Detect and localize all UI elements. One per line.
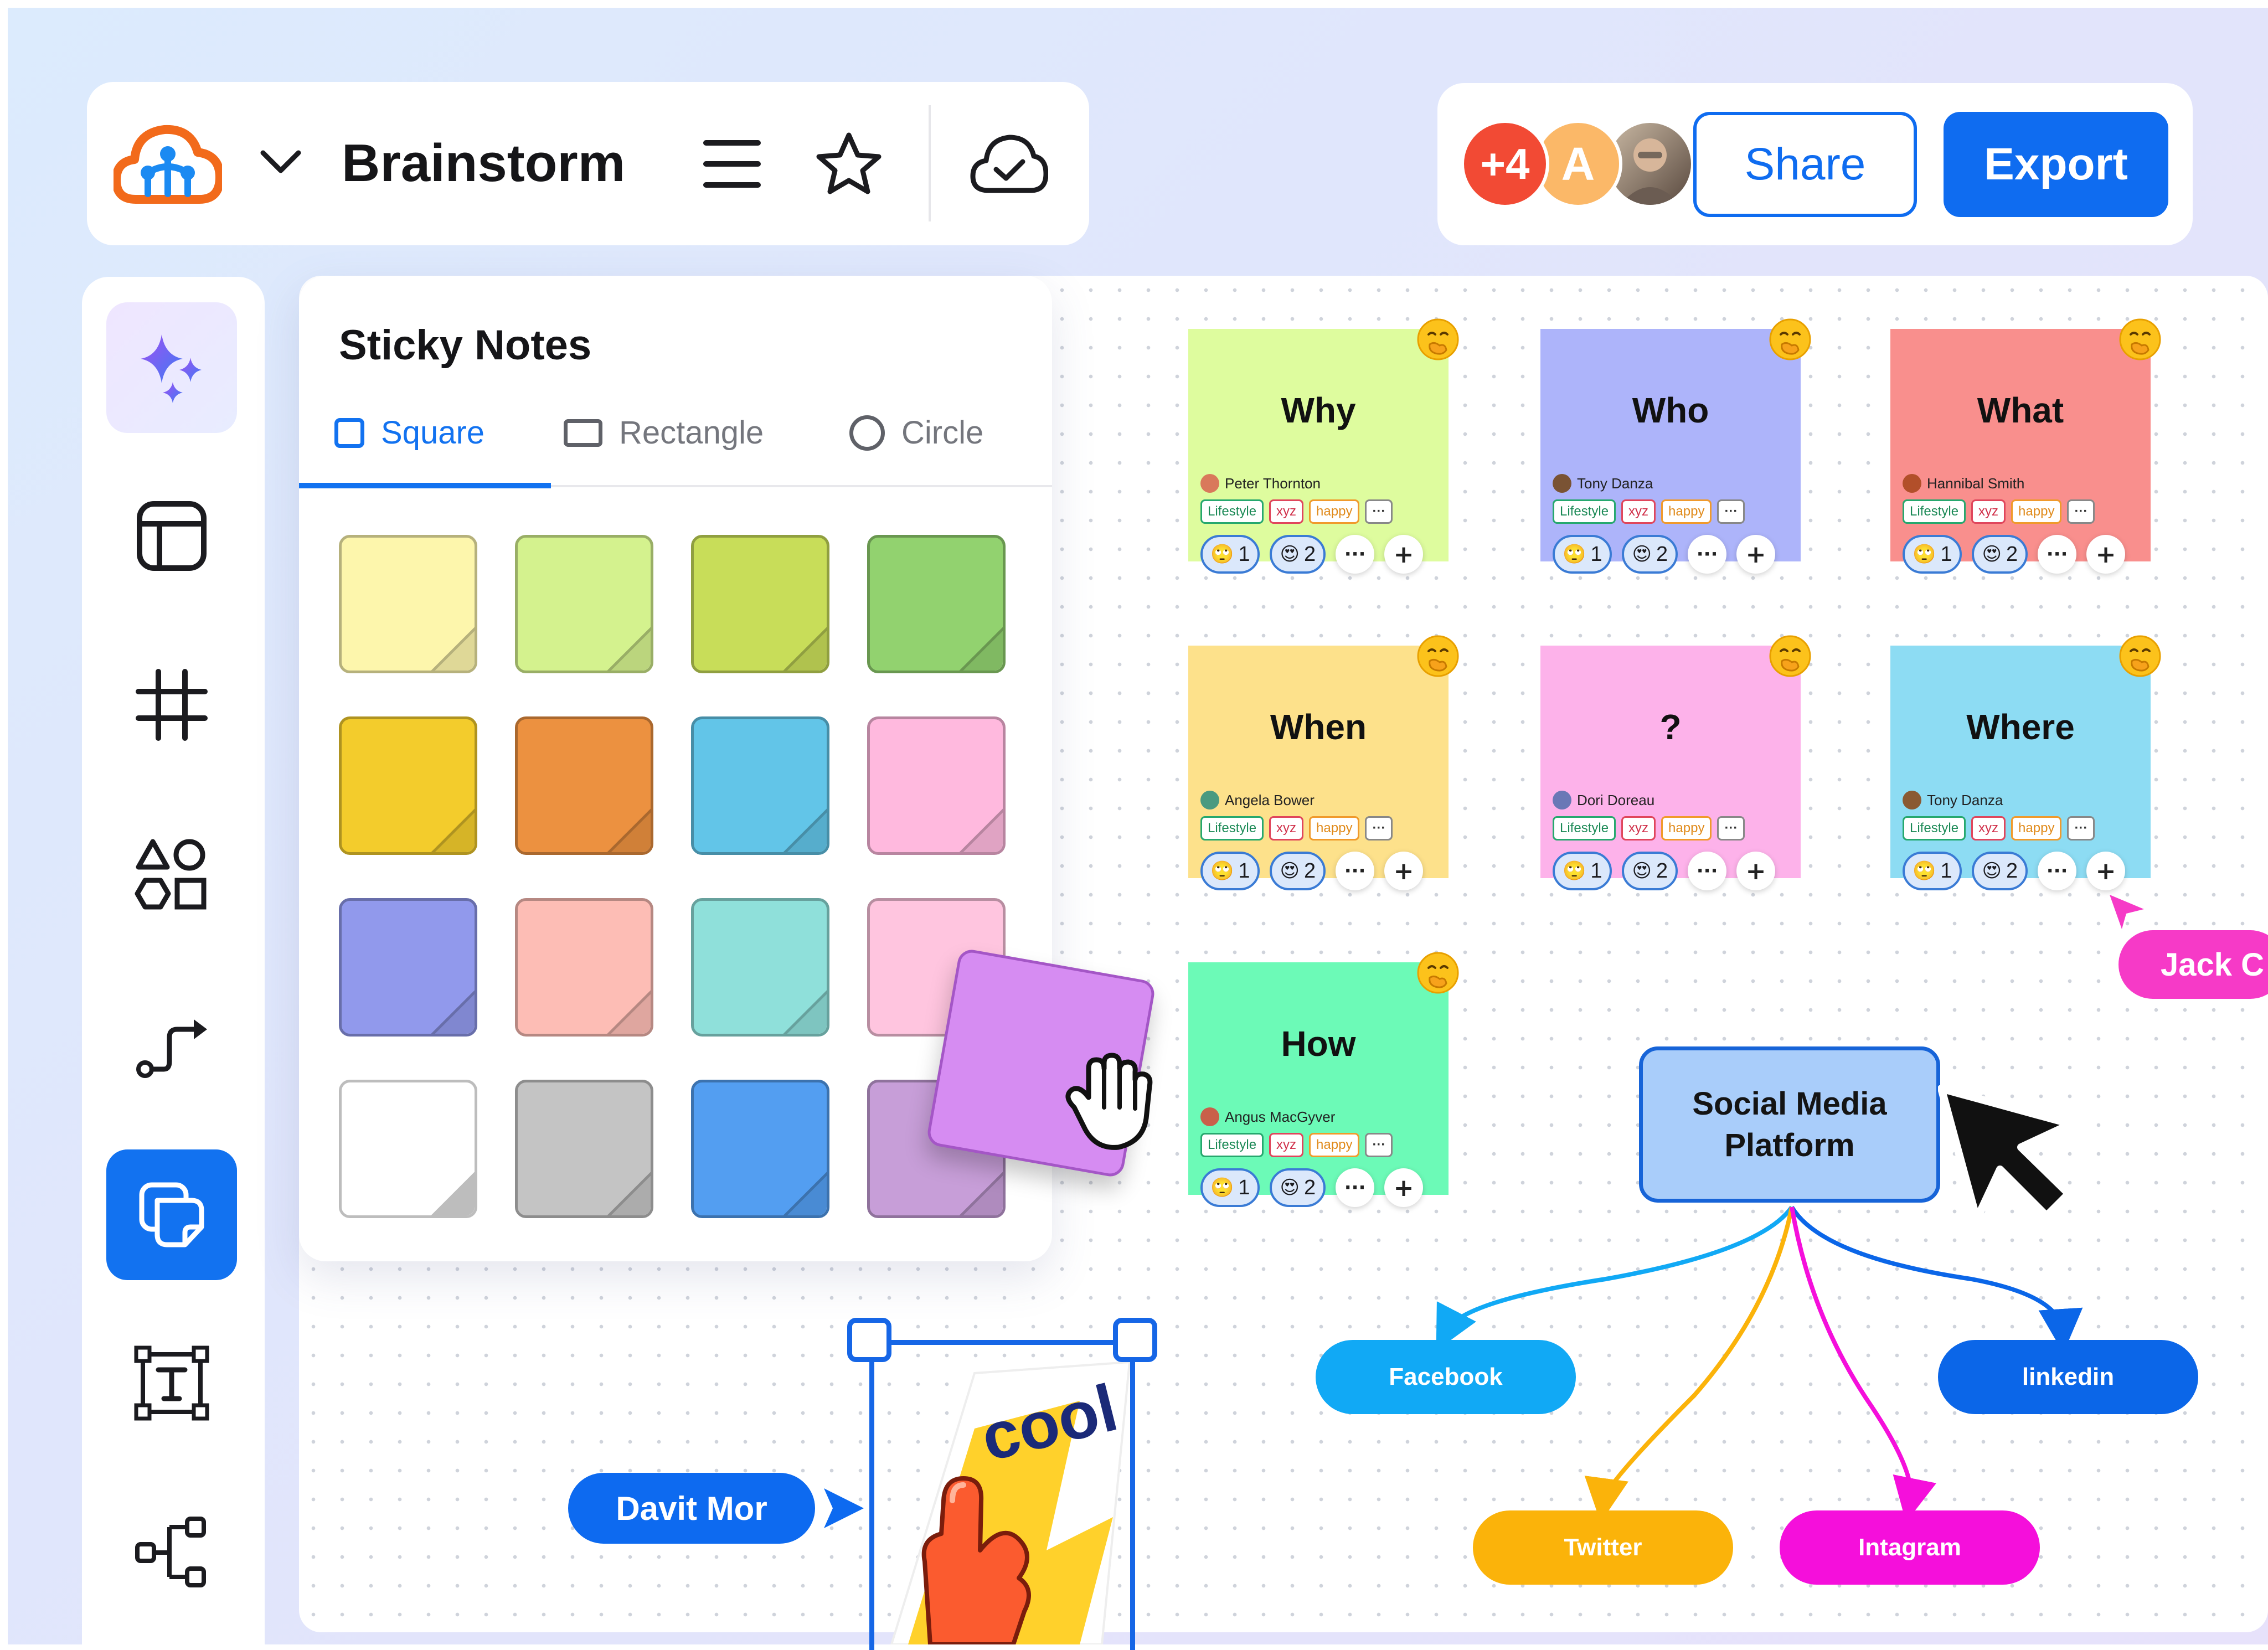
cursor-arrow-icon (2110, 895, 2144, 929)
mindmap-node-instagram[interactable]: Intagram (1780, 1510, 2040, 1585)
mindmap-node-linkedin[interactable]: linkedin (1938, 1340, 2198, 1414)
connector-facebook (1436, 1205, 1794, 1351)
selection-frame (869, 1340, 1135, 1650)
mindmap-node-twitter[interactable]: Twitter (1473, 1510, 1733, 1585)
root-label-line: Platform (1724, 1127, 1855, 1163)
cursor-label: Jack C (2118, 930, 2268, 999)
resize-handle[interactable] (847, 1318, 891, 1362)
cursor-label: Davit Mor (568, 1473, 815, 1544)
mindmap-node-facebook[interactable]: Facebook (1316, 1340, 1576, 1414)
root-label-line: Social Media (1692, 1085, 1887, 1122)
mindmap-root-node[interactable]: Social Media Platform (1639, 1046, 1940, 1203)
cursor-arrow-icon (824, 1488, 864, 1528)
resize-handle[interactable] (1113, 1318, 1157, 1362)
pointer-cursor-icon (1937, 1085, 2104, 1237)
connector-twitter (1584, 1206, 1794, 1523)
